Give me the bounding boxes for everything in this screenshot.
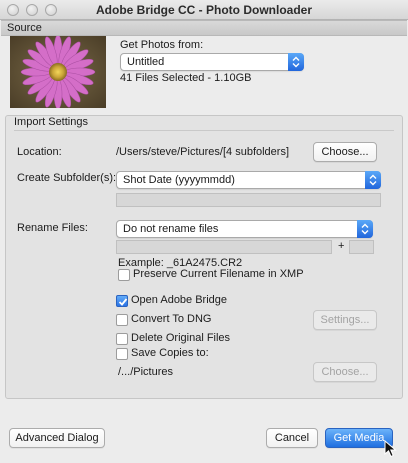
- device-select-value: Untitled: [127, 56, 165, 68]
- subfolder-label: Create Subfolder(s):: [17, 172, 117, 184]
- rename-select-value: Do not rename files: [123, 223, 219, 235]
- save-copies-path: /.../Pictures: [118, 366, 174, 378]
- subfolder-custom-field: [116, 193, 381, 207]
- checkmark-icon: [118, 298, 128, 306]
- zoom-window-button[interactable]: [45, 4, 57, 16]
- convert-dng-label: Convert To DNG: [131, 313, 212, 325]
- files-selected-text: 41 Files Selected - 1.10GB: [120, 72, 252, 84]
- section-divider: [14, 130, 394, 131]
- get-photos-label: Get Photos from:: [120, 39, 204, 51]
- import-settings-heading: Import Settings: [14, 116, 88, 128]
- preserve-filename-checkbox[interactable]: [118, 269, 130, 281]
- preserve-filename-label: Preserve Current Filename in XMP: [133, 268, 304, 280]
- delete-originals-label: Delete Original Files: [131, 332, 231, 344]
- source-heading: Source: [7, 22, 42, 34]
- chevron-updown-icon: [288, 53, 304, 71]
- rename-select[interactable]: Do not rename files: [116, 220, 373, 238]
- minimize-window-button[interactable]: [26, 4, 38, 16]
- open-bridge-label: Open Adobe Bridge: [131, 294, 228, 306]
- save-copies-checkbox[interactable]: [116, 348, 128, 360]
- cancel-button[interactable]: Cancel: [266, 428, 318, 448]
- dng-settings-button[interactable]: Settings...: [313, 310, 377, 330]
- rename-sequence-field: [349, 240, 374, 254]
- rename-custom-field: [116, 240, 332, 254]
- close-window-button[interactable]: [7, 4, 19, 16]
- advanced-dialog-button[interactable]: Advanced Dialog: [9, 428, 105, 448]
- rename-label: Rename Files:: [17, 222, 88, 234]
- mouse-cursor-icon: [384, 439, 398, 461]
- subfolder-select[interactable]: Shot Date (yyyymmdd): [116, 171, 381, 189]
- window-title: Adobe Bridge CC - Photo Downloader: [96, 3, 312, 17]
- subfolder-select-value: Shot Date (yyyymmdd): [123, 174, 235, 186]
- save-copies-label: Save Copies to:: [131, 347, 209, 359]
- open-bridge-checkbox[interactable]: [116, 295, 128, 307]
- choose-copies-button[interactable]: Choose...: [313, 362, 377, 382]
- photo-thumbnail: [10, 36, 106, 108]
- convert-dng-checkbox[interactable]: [116, 314, 128, 326]
- plus-symbol: +: [338, 240, 345, 252]
- location-label: Location:: [17, 146, 62, 158]
- chevron-updown-icon: [365, 171, 381, 189]
- window-titlebar: Adobe Bridge CC - Photo Downloader: [0, 0, 408, 20]
- device-select[interactable]: Untitled: [120, 53, 304, 71]
- chevron-updown-icon: [357, 220, 373, 238]
- delete-originals-checkbox[interactable]: [116, 333, 128, 345]
- choose-location-button[interactable]: Choose...: [313, 142, 377, 162]
- location-path: /Users/steve/Pictures/[4 subfolders]: [116, 146, 290, 158]
- get-media-button[interactable]: Get Media: [325, 428, 393, 448]
- source-section-header: Source: [1, 20, 407, 36]
